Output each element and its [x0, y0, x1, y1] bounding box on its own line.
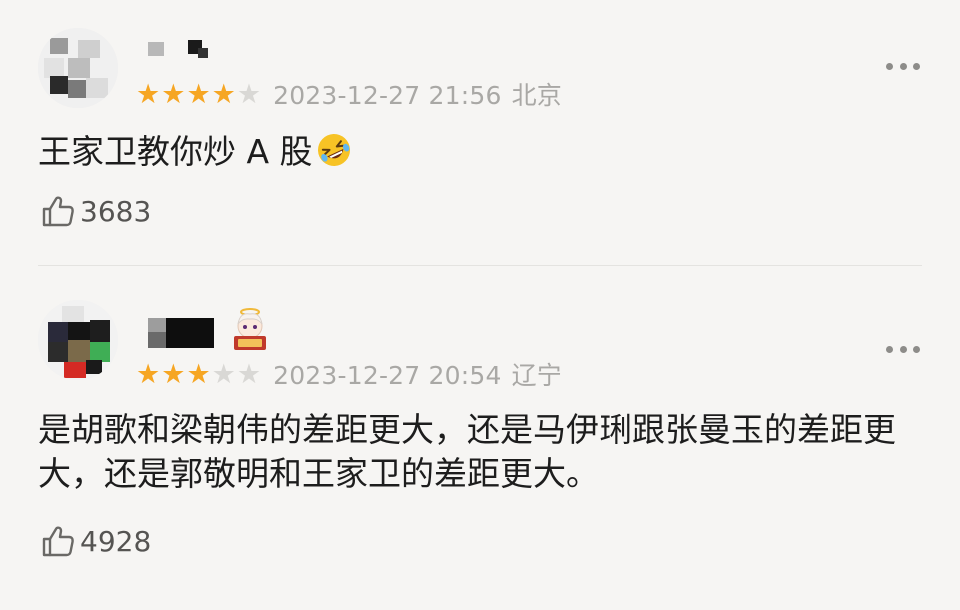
divider	[38, 265, 922, 266]
comment-item: ★ ★ ★ ★ ★ 2023-12-27 21:56 北京 王家卫教你炒 A 股	[0, 0, 960, 266]
more-dots-icon	[886, 62, 893, 70]
more-options-button[interactable]	[886, 339, 920, 359]
star-icon: ★	[161, 358, 186, 390]
more-dots-icon	[886, 345, 893, 353]
comment-location: 北京	[511, 81, 562, 110]
more-dots-icon	[913, 345, 920, 353]
thumbs-up-icon	[42, 196, 74, 227]
chibi-character-badge-icon	[234, 308, 266, 350]
comment-date: 2023-12-27 21:56	[273, 81, 502, 110]
star-icon: ★	[186, 358, 211, 390]
rolling-on-floor-laughing-icon	[317, 134, 350, 166]
like-button[interactable]: 4928	[40, 521, 151, 561]
rating-stars: ★ ★ ★ ★ ★	[136, 81, 261, 108]
star-icon: ★	[211, 78, 236, 110]
comment-text-container: 是胡歌和梁朝伟的差距更大，还是马伊琍跟张曼玉的差距更大，还是郭敬明和王家卫的差距…	[38, 408, 900, 496]
star-icon: ★	[136, 358, 161, 390]
like-button[interactable]: 3683	[40, 191, 151, 231]
more-options-button[interactable]	[886, 56, 920, 76]
more-dots-icon	[899, 345, 907, 353]
avatar[interactable]	[38, 28, 118, 108]
star-icon: ★	[236, 78, 262, 110]
star-icon: ★	[236, 358, 262, 390]
star-icon: ★	[136, 78, 161, 110]
comment-text: 是胡歌和梁朝伟的差距更大，还是马伊琍跟张曼玉的差距更大，还是郭敬明和王家卫的差距…	[38, 410, 896, 493]
username-redacted[interactable]	[140, 36, 220, 66]
comment-date: 2023-12-27 20:54	[273, 361, 502, 390]
comment-meta: ★ ★ ★ ★ ★ 2023-12-27 21:56 北京	[136, 76, 562, 112]
star-icon: ★	[186, 78, 211, 110]
rating-stars: ★ ★ ★ ★ ★	[136, 361, 261, 388]
comment-item: ★ ★ ★ ★ ★ 2023-12-27 20:54 辽宁 是胡歌和梁朝伟的差距更…	[0, 268, 960, 610]
comment-text-container: 王家卫教你炒 A 股	[38, 130, 900, 174]
avatar[interactable]	[38, 300, 118, 380]
username-redacted[interactable]	[140, 318, 220, 348]
like-count: 3683	[80, 194, 152, 228]
thumbs-up-icon	[42, 526, 74, 557]
star-icon: ★	[161, 78, 186, 110]
comment-meta: ★ ★ ★ ★ ★ 2023-12-27 20:54 辽宁	[136, 356, 562, 392]
comment-location: 辽宁	[511, 361, 562, 390]
comment-text: 王家卫教你炒 A 股	[38, 132, 313, 171]
more-dots-icon	[899, 62, 907, 70]
like-count: 4928	[80, 524, 152, 558]
star-icon: ★	[211, 358, 236, 390]
more-dots-icon	[913, 62, 920, 70]
